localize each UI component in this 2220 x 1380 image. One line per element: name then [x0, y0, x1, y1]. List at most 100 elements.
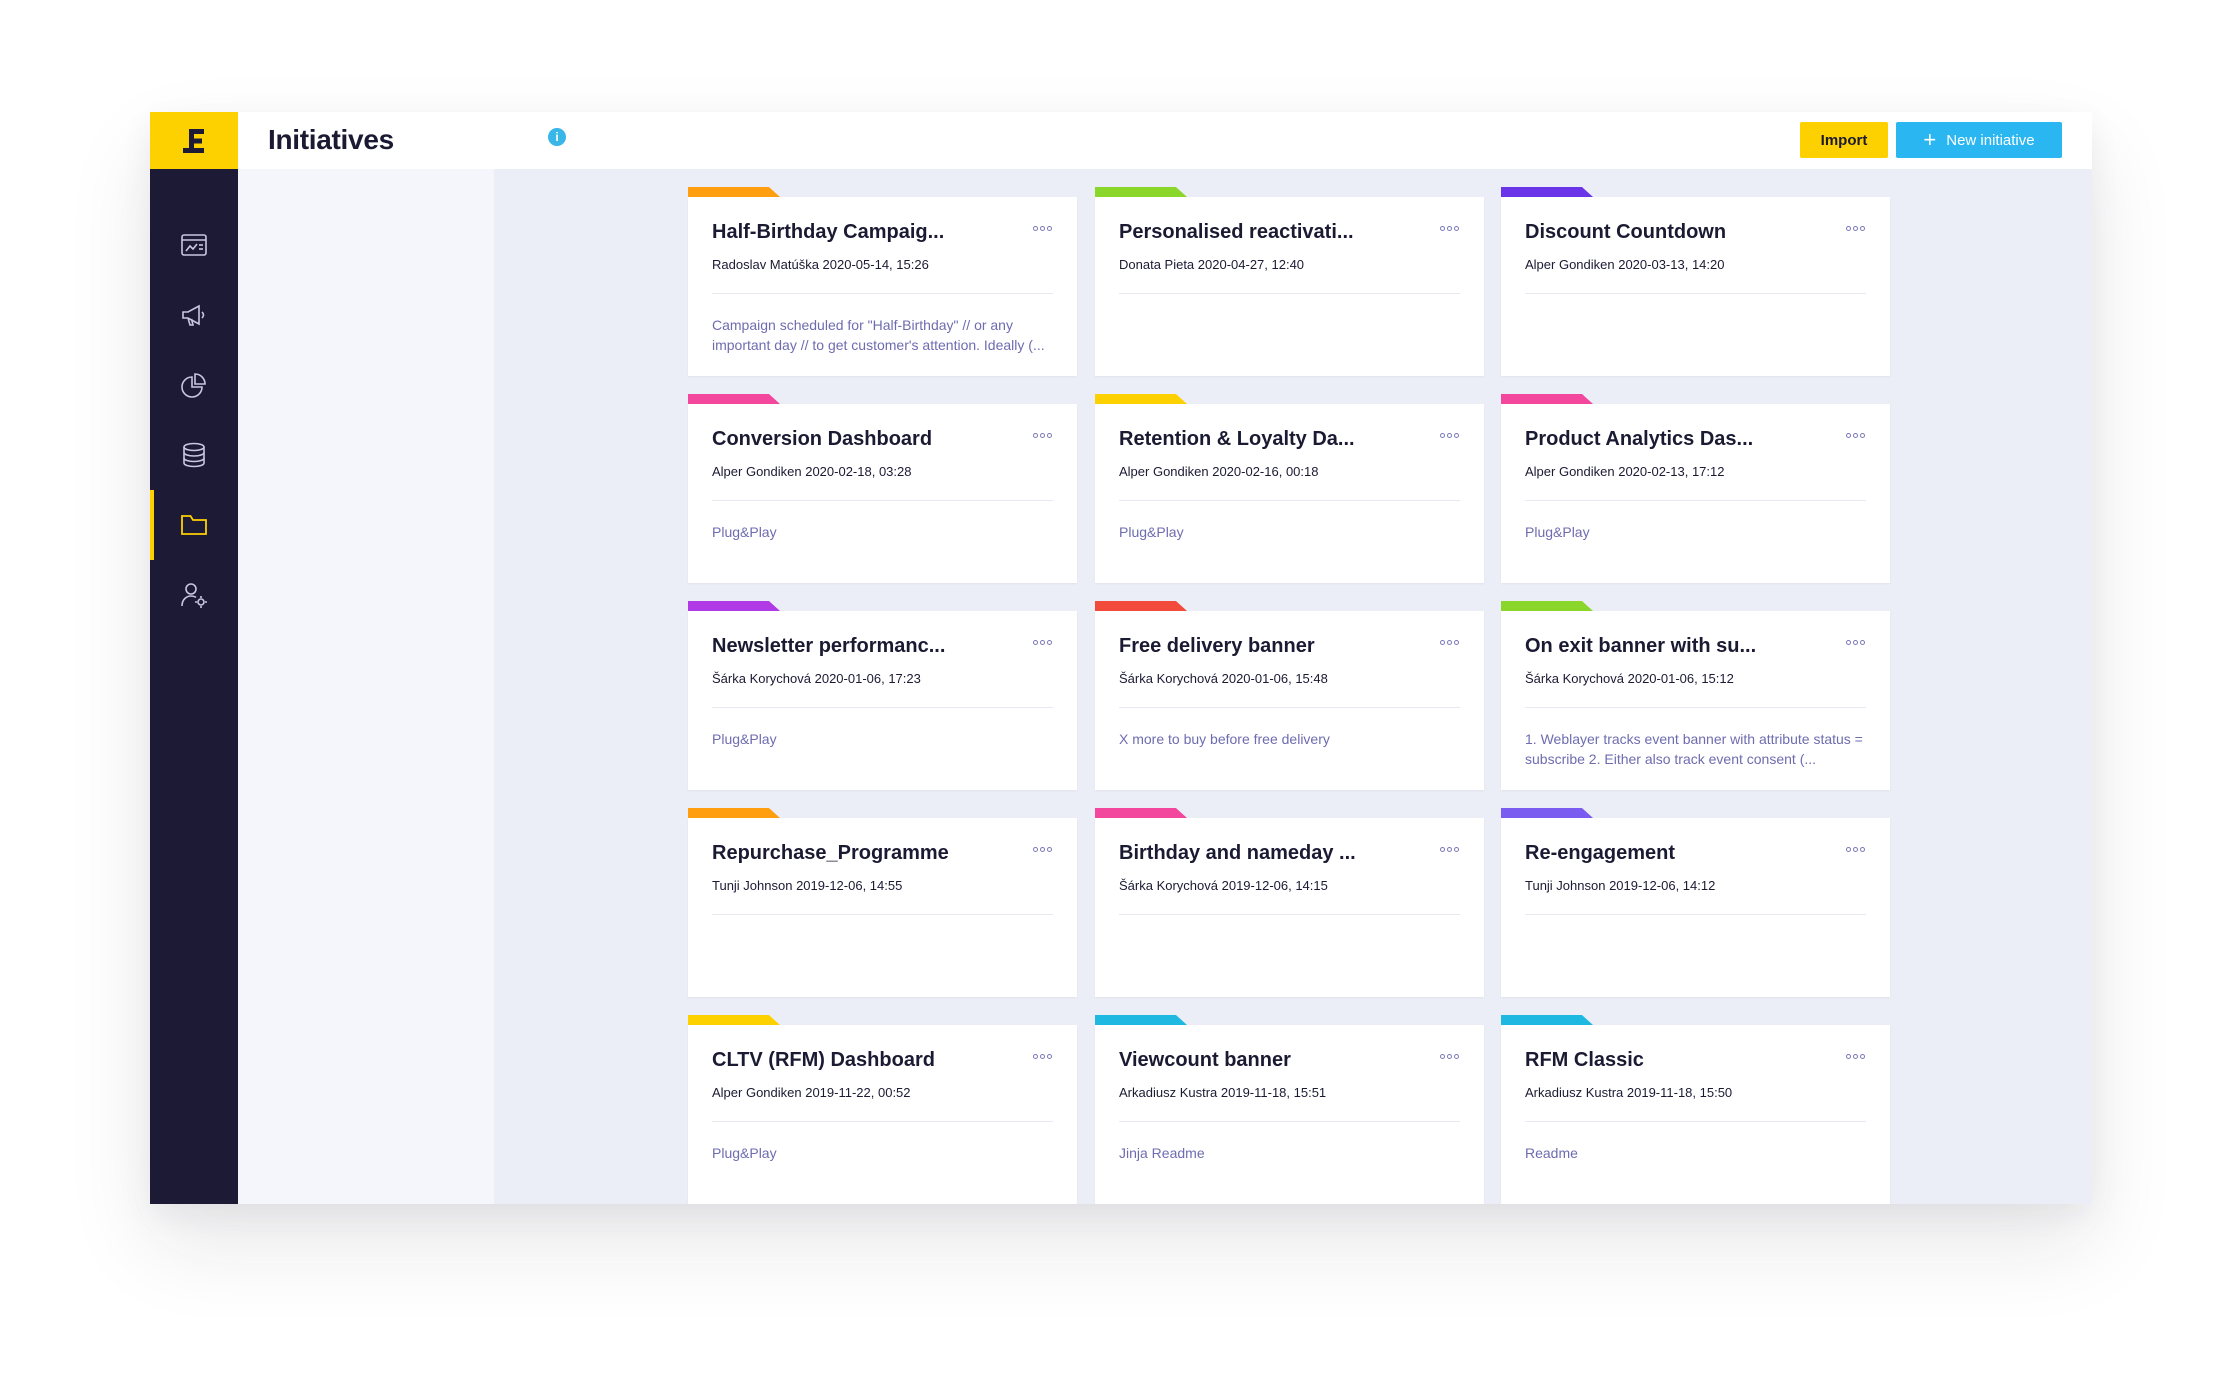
- initiative-card[interactable]: Retention & Loyalty Da... Alper Gondiken …: [1095, 394, 1484, 583]
- card-title[interactable]: Personalised reactivati...: [1119, 221, 1419, 244]
- more-options-icon[interactable]: [1846, 223, 1868, 233]
- card-divider: [1525, 500, 1866, 501]
- menu-dot: [1454, 1053, 1459, 1059]
- initiative-card[interactable]: On exit banner with su... Šárka Korychová…: [1501, 601, 1890, 790]
- card-color-tab: [1501, 394, 1593, 404]
- initiative-card[interactable]: Newsletter performanc... Šárka Korychová …: [688, 601, 1077, 790]
- card-divider: [1119, 293, 1460, 294]
- menu-dot: [1440, 1053, 1445, 1059]
- menu-dot: [1047, 432, 1052, 438]
- more-options-icon[interactable]: [1846, 844, 1868, 854]
- menu-dot: [1047, 846, 1052, 852]
- menu-dot: [1040, 639, 1045, 645]
- menu-dot: [1846, 1053, 1851, 1059]
- top-header: Initiatives i Import + New initiative: [238, 112, 2092, 169]
- more-options-icon[interactable]: [1846, 430, 1868, 440]
- card-color-tab: [1095, 394, 1187, 404]
- more-options-icon[interactable]: [1440, 844, 1462, 854]
- more-options-icon[interactable]: [1440, 637, 1462, 647]
- menu-dot: [1454, 639, 1459, 645]
- menu-dot: [1447, 225, 1452, 231]
- initiative-card[interactable]: RFM Classic Arkadiusz Kustra 2019-11-18, …: [1501, 1015, 1890, 1204]
- card-title[interactable]: RFM Classic: [1525, 1049, 1825, 1072]
- initiative-card[interactable]: Half-Birthday Campaig... Radoslav Matúška…: [688, 187, 1077, 376]
- card-description: Plug&Play: [712, 1145, 777, 1161]
- card-title[interactable]: Retention & Loyalty Da...: [1119, 428, 1419, 451]
- more-options-icon[interactable]: [1846, 637, 1868, 647]
- card-title[interactable]: Discount Countdown: [1525, 221, 1825, 244]
- initiative-card[interactable]: Re-engagement Tunji Johnson 2019-12-06, 1…: [1501, 808, 1890, 997]
- card-title[interactable]: Half-Birthday Campaig...: [712, 221, 1012, 244]
- more-options-icon[interactable]: [1846, 1051, 1868, 1061]
- sidebar-item-access[interactable]: [150, 560, 238, 630]
- menu-dot: [1853, 225, 1858, 231]
- card-title[interactable]: Viewcount banner: [1119, 1049, 1419, 1072]
- new-initiative-button[interactable]: + New initiative: [1896, 122, 2062, 158]
- app-window: Initiatives i Import + New initiative Ha…: [150, 112, 2092, 1204]
- menu-dot: [1440, 639, 1445, 645]
- menu-dot: [1447, 432, 1452, 438]
- card-divider: [712, 1121, 1053, 1122]
- initiative-card[interactable]: Product Analytics Das... Alper Gondiken 2…: [1501, 394, 1890, 583]
- more-options-icon[interactable]: [1033, 223, 1055, 233]
- card-description: Plug&Play: [712, 731, 777, 747]
- card-meta: Alper Gondiken 2019-11-22, 00:52: [712, 1085, 911, 1100]
- initiative-card[interactable]: Repurchase_Programme Tunji Johnson 2019-1…: [688, 808, 1077, 997]
- card-description: 1. Weblayer tracks event banner with att…: [1525, 731, 1863, 767]
- menu-dot: [1853, 846, 1858, 852]
- initiative-card[interactable]: Birthday and nameday ... Šárka Korychová …: [1095, 808, 1484, 997]
- initiative-card[interactable]: Free delivery banner Šárka Korychová 2020…: [1095, 601, 1484, 790]
- more-options-icon[interactable]: [1440, 1051, 1462, 1061]
- more-options-icon[interactable]: [1440, 430, 1462, 440]
- card-meta: Šárka Korychová 2020-01-06, 17:23: [712, 671, 921, 686]
- menu-dot: [1040, 225, 1045, 231]
- initiative-card[interactable]: Personalised reactivati... Donata Pieta 2…: [1095, 187, 1484, 376]
- sidebar-item-analyses[interactable]: [150, 350, 238, 420]
- database-icon: [183, 442, 205, 468]
- card-title[interactable]: Free delivery banner: [1119, 635, 1419, 658]
- card-title[interactable]: CLTV (RFM) Dashboard: [712, 1049, 1012, 1072]
- import-button[interactable]: Import: [1800, 122, 1888, 158]
- sidebar-item-campaigns[interactable]: [150, 280, 238, 350]
- card-color-tab: [688, 394, 780, 404]
- card-title[interactable]: On exit banner with su...: [1525, 635, 1825, 658]
- initiative-card[interactable]: Discount Countdown Alper Gondiken 2020-03…: [1501, 187, 1890, 376]
- sidebar-item-dashboards[interactable]: [150, 210, 238, 280]
- card-divider: [712, 707, 1053, 708]
- menu-dot: [1047, 639, 1052, 645]
- folder-icon: [181, 515, 207, 535]
- card-divider: [1119, 707, 1460, 708]
- card-title[interactable]: Newsletter performanc...: [712, 635, 1012, 658]
- initiative-card[interactable]: CLTV (RFM) Dashboard Alper Gondiken 2019-…: [688, 1015, 1077, 1204]
- card-divider: [1525, 1121, 1866, 1122]
- more-options-icon[interactable]: [1033, 430, 1055, 440]
- menu-dot: [1040, 846, 1045, 852]
- menu-dot: [1454, 225, 1459, 231]
- card-meta: Alper Gondiken 2020-02-18, 03:28: [712, 464, 912, 479]
- initiative-card[interactable]: Viewcount banner Arkadiusz Kustra 2019-11…: [1095, 1015, 1484, 1204]
- more-options-icon[interactable]: [1440, 223, 1462, 233]
- page-title: Initiatives: [268, 124, 394, 155]
- card-title[interactable]: Product Analytics Das...: [1525, 428, 1825, 451]
- menu-dot: [1853, 639, 1858, 645]
- sidebar-item-initiatives[interactable]: [150, 490, 238, 560]
- more-options-icon[interactable]: [1033, 1051, 1055, 1061]
- card-title[interactable]: Conversion Dashboard: [712, 428, 1012, 451]
- card-title[interactable]: Birthday and nameday ...: [1119, 842, 1419, 865]
- initiative-card[interactable]: Conversion Dashboard Alper Gondiken 2020-…: [688, 394, 1077, 583]
- more-options-icon[interactable]: [1033, 637, 1055, 647]
- info-icon[interactable]: i: [548, 128, 566, 146]
- logo[interactable]: [150, 112, 238, 169]
- card-title[interactable]: Re-engagement: [1525, 842, 1825, 865]
- megaphone-icon: [182, 304, 205, 326]
- menu-dot: [1440, 846, 1445, 852]
- card-meta: Radoslav Matúška 2020-05-14, 15:26: [712, 257, 929, 272]
- card-color-tab: [1501, 187, 1593, 197]
- card-title[interactable]: Repurchase_Programme: [712, 842, 1012, 865]
- menu-dot: [1040, 432, 1045, 438]
- sidebar-item-data[interactable]: [150, 420, 238, 490]
- more-options-icon[interactable]: [1033, 844, 1055, 854]
- card-color-tab: [1501, 601, 1593, 611]
- menu-dot: [1454, 846, 1459, 852]
- exponea-logo-icon: [183, 128, 204, 153]
